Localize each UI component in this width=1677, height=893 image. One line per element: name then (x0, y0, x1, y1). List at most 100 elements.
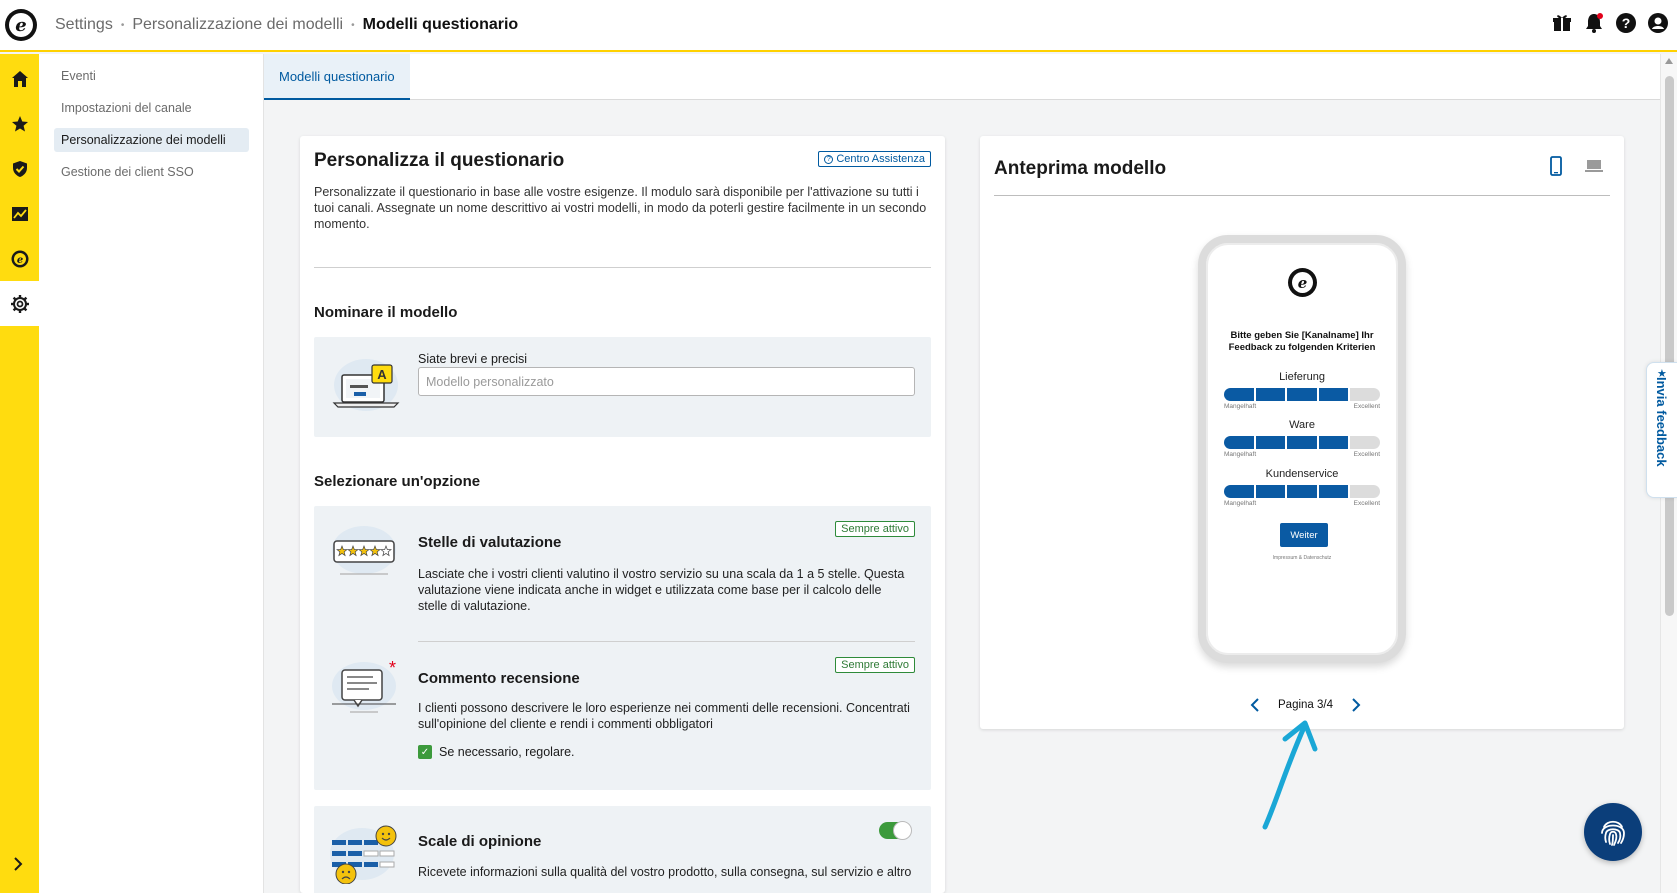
always-active-badge: Sempre attivo (835, 657, 915, 673)
rail-home[interactable] (0, 56, 39, 101)
criterion-row: Lieferung Mangelhaft Excellent (1224, 371, 1380, 410)
scale-max-label: Excellent (1353, 403, 1380, 410)
options-section: Sempre attivo Stelle di valutazione Lasc… (314, 506, 931, 790)
rail-trusted[interactable]: e (0, 236, 39, 281)
breadcrumb-template-customization[interactable]: Personalizzazione dei modelli (132, 16, 343, 34)
template-preview-card: Anteprima modello e Bitte geben Sie [Kan… (980, 136, 1624, 729)
scale-min-label: Mangelhaft (1224, 403, 1257, 410)
criterion-scale[interactable] (1224, 436, 1380, 449)
rail-trustmark[interactable] (0, 146, 39, 191)
opinion-scale-illustration (330, 825, 397, 884)
feedback-tab[interactable]: ★ Invia feedback (1646, 362, 1677, 498)
scale-labels: Mangelhaft Excellent (1224, 451, 1380, 458)
scroll-thumb[interactable] (1665, 76, 1674, 616)
tab-questionnaire-templates[interactable]: Modelli questionario (264, 54, 410, 100)
comment-illustration: * (332, 658, 396, 713)
breadcrumb-separator: • (351, 19, 355, 31)
bell-icon[interactable] (1583, 12, 1605, 34)
name-field-label: Siate brevi e precisi (418, 352, 528, 366)
help-center-label: Centro Assistenza (836, 153, 925, 165)
checkbox-checked-icon[interactable]: ✓ (418, 745, 432, 759)
chevron-left-icon[interactable] (1250, 698, 1260, 712)
scale-min-label: Mangelhaft (1224, 451, 1257, 458)
phone-footer-links[interactable]: Impressum & Datenschutz (1206, 555, 1398, 561)
option-title: Stelle di valutazione (418, 534, 562, 551)
criterion-label: Kundenservice (1265, 468, 1339, 480)
tab-strip: Modelli questionario (264, 54, 1660, 100)
help-center-button[interactable]: ? Centro Assistenza (818, 151, 931, 167)
option-description: Lasciate che i vostri clienti valutino i… (418, 567, 905, 613)
criterion-row: Kundenservice Mangelhaft Excellent (1224, 468, 1380, 507)
opinion-scales-toggle[interactable] (879, 821, 912, 840)
rail-expand-button[interactable] (10, 856, 26, 877)
preview-pager: Pagina 3/4 (1250, 698, 1361, 712)
option-star-ratings: Sempre attivo Stelle di valutazione Lasc… (314, 506, 929, 641)
mobile-icon[interactable] (1550, 156, 1562, 176)
phone-preview: e Bitte geben Sie [Kanalname] Ihr Feedba… (1198, 235, 1406, 663)
scale-min-label: Mangelhaft (1224, 500, 1257, 507)
svg-text:*: * (389, 658, 396, 678)
svg-text:A: A (377, 367, 387, 382)
scale-max-label: Excellent (1353, 500, 1380, 507)
criterion-scale[interactable] (1224, 388, 1380, 401)
home-icon (11, 70, 28, 87)
shield-icon (12, 160, 27, 177)
divider (314, 267, 931, 268)
criterion-label: Lieferung (1279, 371, 1325, 383)
criterion-label: Ware (1289, 419, 1315, 431)
breadcrumb: Settings • Personalizzazione dei modelli… (55, 16, 518, 34)
gear-icon (10, 294, 29, 313)
option-title: Scale di opinione (418, 833, 542, 850)
trusted-shops-logo[interactable]: e (5, 9, 37, 41)
breadcrumb-settings[interactable]: Settings (55, 16, 113, 34)
svg-text:?: ? (1622, 15, 1631, 31)
option-review-comment: * Sempre attivo Commento recensione I cl… (314, 642, 929, 790)
account-icon[interactable] (1647, 12, 1669, 34)
options-section-title: Selezionare un'opzione (314, 473, 481, 490)
phone-next-button[interactable]: Weiter (1280, 523, 1328, 547)
notification-dot (1597, 13, 1603, 19)
subnav-item-channel-settings[interactable]: Impostazioni del canale (54, 96, 249, 120)
subnav-item-sso-clients[interactable]: Gestione dei client SSO (54, 160, 249, 184)
question-circle-icon: ? (824, 154, 834, 164)
subnav-item-events[interactable]: Eventi (54, 64, 249, 88)
settings-subnav: Eventi Impostazioni del canale Personali… (39, 54, 264, 893)
phone-heading: Bitte geben Sie [Kanalname] Ihr Feedback… (1228, 330, 1376, 353)
gift-icon[interactable] (1551, 12, 1573, 34)
scroll-up-arrow[interactable] (1665, 58, 1673, 64)
option-title: Commento recensione (418, 670, 580, 687)
left-rail: e (0, 54, 39, 893)
chart-icon (11, 206, 28, 221)
annotation-arrow (1262, 720, 1318, 830)
device-toggle (1550, 156, 1604, 176)
trusted-logo-icon: e (11, 250, 28, 267)
svg-text:e: e (16, 255, 22, 266)
adjust-if-needed-checkbox[interactable]: ✓ Se necessario, regolare. (418, 745, 575, 759)
preview-divider (994, 195, 1610, 196)
template-name-input[interactable] (418, 367, 915, 396)
rail-reviews[interactable] (0, 101, 39, 146)
fingerprint-icon (1601, 820, 1625, 846)
always-active-badge: Sempre attivo (835, 521, 915, 537)
help-icon[interactable]: ? (1615, 12, 1637, 34)
chevron-right-icon[interactable] (1351, 698, 1361, 712)
criterion-scale[interactable] (1224, 485, 1380, 498)
desktop-icon[interactable] (1584, 159, 1604, 173)
name-section: A Siate brevi e precisi (314, 337, 931, 437)
star-rating-illustration (332, 526, 396, 575)
criterion-row: Ware Mangelhaft Excellent (1224, 419, 1380, 458)
page-indicator: Pagina 3/4 (1278, 699, 1333, 711)
laptop-form-illustration: A (332, 359, 400, 411)
option-opinion-scales: Scale di opinione Ricevete informazioni … (314, 806, 931, 893)
toggle-knob (893, 821, 912, 840)
feedback-label: Invia feedback (1654, 377, 1669, 467)
customize-description: Personalizzate il questionario in base a… (314, 185, 927, 231)
subnav-item-template-customization[interactable]: Personalizzazione dei modelli (54, 128, 249, 152)
rail-analytics[interactable] (0, 191, 39, 236)
breadcrumb-current: Modelli questionario (362, 16, 519, 33)
rail-settings[interactable] (0, 281, 39, 326)
phone-logo: e (1288, 268, 1317, 297)
checkbox-label: Se necessario, regolare. (439, 745, 575, 759)
customize-card: Personalizza il questionario ? Centro As… (300, 136, 945, 893)
fingerprint-button[interactable] (1584, 803, 1642, 861)
